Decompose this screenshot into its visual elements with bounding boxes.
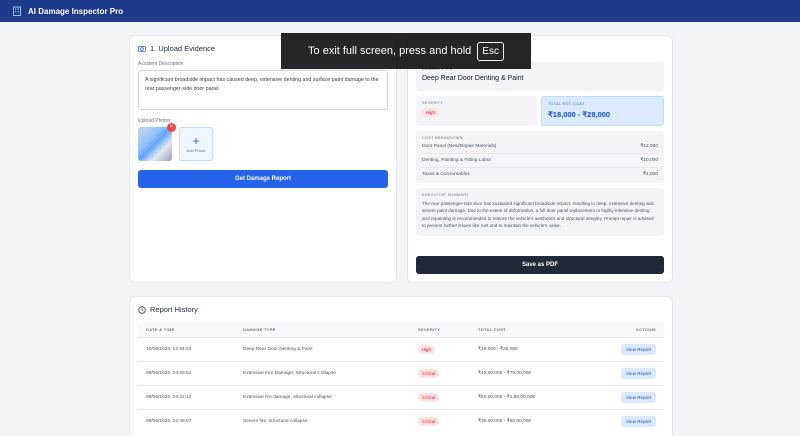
table-row: 09/06/2026, 23:29:01 Extensive Fire Dama…: [138, 361, 664, 386]
view-report-button[interactable]: View Report: [621, 392, 656, 403]
view-report-button[interactable]: View Report: [621, 416, 656, 427]
total-cost-value: ₹18,000 - ₹28,000: [548, 110, 611, 119]
row-date: 09/06/2026, 23:29:01: [138, 361, 235, 386]
breakdown-cost: ₹10,000: [640, 158, 658, 163]
table-row: 10/06/2026, 12:54:23 Deep Rear Door Dent…: [138, 337, 664, 362]
row-action-cell: View Report: [584, 361, 664, 386]
row-cost: ₹45,00,000 - ₹75,00,000: [470, 361, 585, 386]
camera-icon: [138, 46, 146, 52]
app-header: AI Damage Inspector Pro: [0, 0, 800, 22]
remove-photo-button[interactable]: ×: [167, 123, 176, 132]
add-photo-label: Add Photo: [186, 147, 206, 153]
damage-type-value: Deep Rear Door Denting & Paint: [422, 75, 524, 82]
row-action-cell: View Report: [584, 409, 664, 433]
row-action-cell: View Report: [584, 337, 664, 362]
history-title-text: Report History: [150, 305, 198, 314]
row-date: 09/06/2026, 23:22:12: [138, 385, 235, 410]
total-cost-box: TOTAL EST. COST ₹18,000 - ₹28,000: [541, 96, 664, 126]
summary-label: EXECUTIVE SUMMARY: [422, 193, 470, 197]
row-cost: ₹35,00,000 - ₹60,00,000: [470, 409, 585, 433]
report-panel: DAMAGE TYPE Deep Rear Door Denting & Pai…: [407, 35, 673, 283]
plus-icon: +: [192, 133, 200, 148]
fullscreen-notice: To exit full screen, press and hold Esc: [281, 33, 531, 69]
breakdown-row: Door Panel (New/Repair Materials) ₹12,000: [422, 140, 658, 154]
fullscreen-message: To exit full screen, press and hold: [308, 45, 472, 57]
col-actions: ACTIONS: [584, 322, 664, 338]
app-title: AI Damage Inspector Pro: [28, 6, 124, 16]
clock-icon: [138, 305, 146, 314]
view-report-button[interactable]: View Report: [621, 368, 656, 379]
col-type: DAMAGE TYPE: [235, 322, 410, 338]
row-severity-cell: High: [410, 337, 470, 362]
breakdown-item: Door Panel (New/Repair Materials): [422, 144, 497, 149]
summary-text: The rear passenger-side door has sustain…: [422, 201, 654, 229]
row-cost: ₹50,00,000 - ₹1,50,00,000: [470, 385, 585, 410]
get-report-button[interactable]: Get Damage Report: [138, 170, 388, 188]
col-severity: SEVERITY: [410, 322, 470, 338]
history-table: DATE & TIME DAMAGE TYPE SEVERITY TOTAL C…: [138, 322, 664, 433]
severity-box: SEVERITY High: [416, 96, 537, 126]
row-severity-cell: Critical: [410, 361, 470, 386]
row-severity-cell: Critical: [410, 385, 470, 410]
report-history-panel: Report History DATE & TIME DAMAGE TYPE S…: [129, 296, 673, 436]
description-text: A significant broadside impact has cause…: [145, 77, 379, 92]
executive-summary: EXECUTIVE SUMMARY The rear passenger-sid…: [416, 188, 664, 236]
description-textarea[interactable]: A significant broadside impact has cause…: [138, 70, 388, 110]
breakdown-item: Denting, Painting & Fitting Labor: [422, 158, 492, 163]
severity-badge: Critical: [418, 417, 440, 426]
total-cost-label: TOTAL EST. COST: [548, 102, 585, 106]
row-cost: ₹18,000 - ₹28,000: [470, 337, 585, 362]
row-type: Extensive Fire Damage, Structural Collap…: [235, 361, 410, 386]
cost-breakdown: COST BREAKDOWN Door Panel (New/Repair Ma…: [416, 131, 664, 183]
save-pdf-button[interactable]: Save as PDF: [416, 256, 664, 274]
severity-label: SEVERITY: [422, 101, 444, 105]
photo-thumbnail: ×: [138, 123, 176, 161]
add-photo-button[interactable]: + Add Photo: [179, 127, 213, 161]
breakdown-cost: ₹1,000: [642, 172, 658, 177]
table-row: 09/06/2026, 23:22:12 Extensive fire dama…: [138, 385, 664, 410]
breakdown-row: Taxes & Consumables ₹1,000: [422, 168, 658, 181]
row-type: Severe fire, structural collapse: [235, 409, 410, 433]
upload-panel: 1. Upload Evidence Accident Description …: [129, 35, 397, 283]
col-cost: TOTAL COST: [470, 322, 585, 338]
row-severity-cell: Critical: [410, 409, 470, 433]
photo-list: × + Add Photo: [138, 123, 388, 161]
row-type: Extensive fire damage, structural collap…: [235, 385, 410, 410]
esc-key: Esc: [477, 41, 504, 61]
severity-badge: Critical: [418, 369, 440, 378]
severity-badge: High: [418, 345, 435, 354]
col-date: DATE & TIME: [138, 322, 235, 338]
building-icon: [12, 6, 22, 16]
view-report-button[interactable]: View Report: [621, 344, 656, 355]
severity-badge: Critical: [418, 393, 440, 402]
row-date: 10/06/2026, 12:54:23: [138, 337, 235, 362]
row-date: 09/06/2026, 22:49:07: [138, 409, 235, 433]
upload-title-text: 1. Upload Evidence: [150, 44, 216, 53]
row-action-cell: View Report: [584, 385, 664, 410]
table-row: 09/06/2026, 22:49:07 Severe fire, struct…: [138, 409, 664, 433]
row-type: Deep Rear Door Denting & Paint: [235, 337, 410, 362]
history-title: Report History: [138, 305, 664, 314]
table-header-row: DATE & TIME DAMAGE TYPE SEVERITY TOTAL C…: [138, 322, 664, 338]
photos-label: Upload Photos: [138, 118, 171, 124]
breakdown-cost: ₹12,000: [640, 144, 658, 149]
severity-badge: High: [422, 108, 439, 117]
breakdown-item: Taxes & Consumables: [422, 172, 470, 177]
breakdown-row: Denting, Painting & Fitting Labor ₹10,000: [422, 154, 658, 168]
